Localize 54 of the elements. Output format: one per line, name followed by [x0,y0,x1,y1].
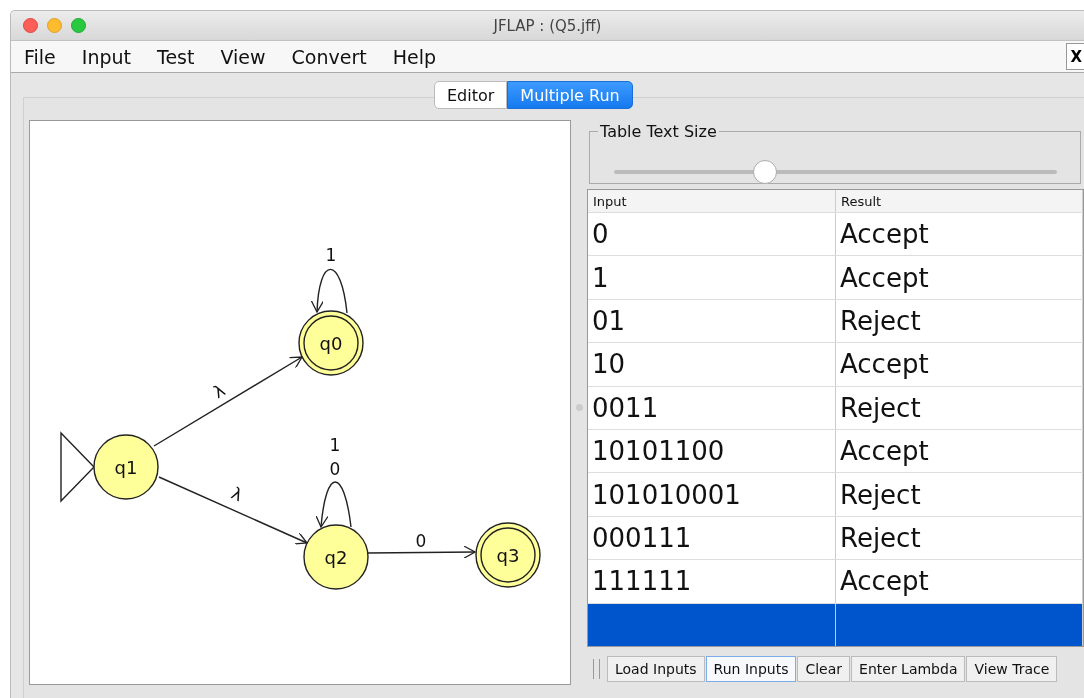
transition-arrow [311,268,348,314]
selected-row[interactable] [588,603,1083,646]
menu-item[interactable]: Help [379,45,449,68]
minimize-button[interactable] [47,18,62,33]
menu-item[interactable]: View [207,45,279,68]
transition-label: 1 [329,435,341,455]
toolbar-button[interactable]: Load Inputs [607,655,705,682]
transition-label: 0 [415,531,427,551]
toolbar-button[interactable]: Enter Lambda [851,655,966,682]
table-cell: Reject [836,516,1083,560]
table-cell: Accept [836,343,1083,386]
table-cell: Reject [836,386,1083,429]
table-cell: Accept [836,429,1083,473]
column-header[interactable]: Result [836,190,1083,212]
menu-item[interactable]: Convert [278,45,380,68]
state-label: q0 [319,333,343,354]
transition-label: 0 [329,459,341,479]
state-label: q1 [114,457,138,478]
tab[interactable]: Editor [434,81,508,109]
table-cell: Accept [836,256,1083,299]
toolbar-button[interactable]: Run Inputs [705,655,797,682]
zoom-button[interactable] [71,18,86,33]
state-label: q3 [496,545,520,566]
close-button[interactable] [23,18,38,33]
transition-label: λ [228,482,246,506]
slider-thumb[interactable] [752,160,777,184]
table-cell: 10 [588,343,836,386]
table-cell: 1 [588,256,836,299]
toolbar-button[interactable]: View Trace [966,655,1058,682]
table-cell: 101010001 [588,473,836,516]
transition-label: 1 [325,245,337,265]
column-header[interactable]: Input [588,190,836,212]
table-cell: 111111 [588,560,836,603]
window-title: JFLAP : (Q5.jff) [493,16,602,35]
group-title: Table Text Size [599,122,718,141]
menu-item[interactable]: File [11,45,69,68]
table-cell: 01 [588,299,836,343]
table-cell: 0 [588,213,836,256]
table-cell: Reject [836,473,1083,516]
split-handle[interactable] [575,403,583,411]
state-label: q2 [324,547,348,568]
menu-item[interactable]: Input [68,45,144,68]
table-cell: Accept [836,213,1083,256]
table-cell: Accept [836,560,1083,603]
menu-item[interactable]: Test [144,45,208,68]
table-cell: 10101100 [588,429,836,473]
transition-label: λ [209,379,229,403]
table-cell: 0011 [588,386,836,429]
transition-arrow [315,481,352,528]
table-cell: 000111 [588,516,836,560]
close-button[interactable]: X [1066,43,1084,70]
table-cell: Reject [836,299,1083,343]
toolbar-grip[interactable] [593,658,600,679]
toolbar-button[interactable]: Clear [797,655,851,682]
